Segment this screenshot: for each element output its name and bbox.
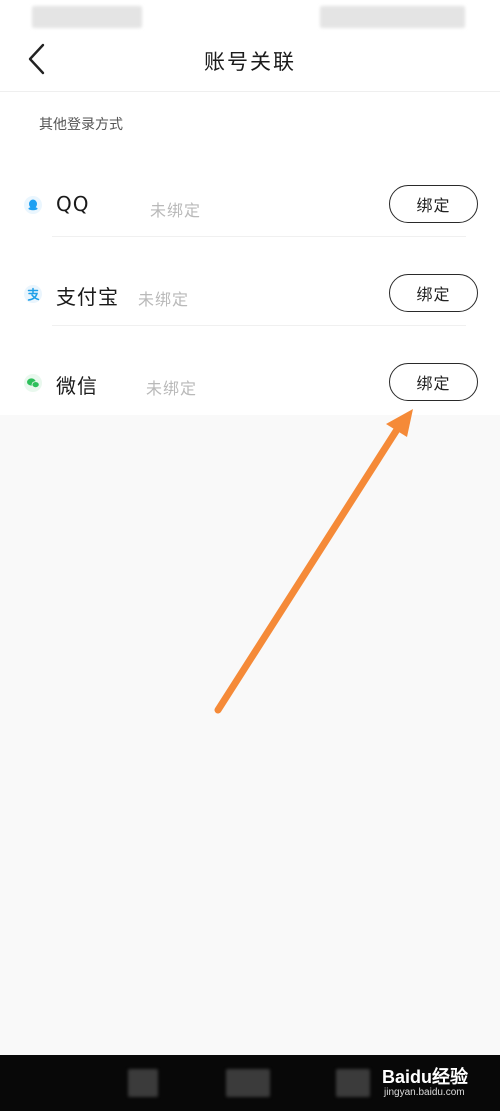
other-login-section: 其他登录方式 QQ 未绑定 绑定 支付宝 未绑定 绑定 微信 未绑定 绑定 bbox=[0, 92, 500, 415]
bind-status: 未绑定 bbox=[138, 290, 190, 309]
account-name: QQ bbox=[56, 192, 90, 216]
section-header: 其他登录方式 bbox=[39, 117, 123, 133]
alipay-icon bbox=[24, 285, 42, 303]
nav-button-blurred[interactable] bbox=[336, 1069, 370, 1097]
nav-button-blurred[interactable] bbox=[128, 1069, 158, 1097]
status-bar-time-blurred bbox=[32, 6, 142, 28]
navigation-bar: 账号关联 bbox=[0, 34, 500, 92]
account-name: 支付宝 bbox=[56, 285, 119, 309]
list-item-qq: QQ 未绑定 绑定 bbox=[0, 148, 500, 237]
bind-qq-button[interactable]: 绑定 bbox=[389, 185, 478, 223]
bind-wechat-button[interactable]: 绑定 bbox=[389, 363, 478, 401]
baidu-jingyan-watermark: Baidu经验 jingyan.baidu.com bbox=[382, 1063, 494, 1101]
bind-status: 未绑定 bbox=[150, 201, 202, 220]
list-item-wechat: 微信 未绑定 绑定 bbox=[0, 326, 500, 415]
account-name: 微信 bbox=[56, 374, 98, 398]
status-bar-icons-blurred bbox=[320, 6, 465, 28]
qq-icon bbox=[24, 196, 42, 214]
list-item-alipay: 支付宝 未绑定 绑定 bbox=[0, 237, 500, 326]
nav-button-blurred[interactable] bbox=[226, 1069, 270, 1097]
bind-status: 未绑定 bbox=[146, 379, 198, 398]
wechat-icon bbox=[24, 374, 42, 392]
status-bar bbox=[0, 0, 500, 34]
watermark-title: Baidu经验 bbox=[382, 1067, 469, 1087]
watermark-url: jingyan.baidu.com bbox=[384, 1087, 465, 1098]
bind-alipay-button[interactable]: 绑定 bbox=[389, 274, 478, 312]
page-title: 账号关联 bbox=[204, 50, 296, 74]
